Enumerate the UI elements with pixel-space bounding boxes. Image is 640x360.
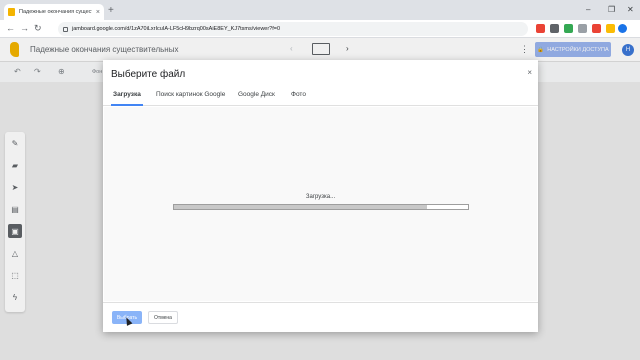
file-picker-dialog: Выберите файл × Загрузка Поиск картинок … [103,60,538,332]
tab-title: Падежные окончания существ... [19,9,92,15]
forward-icon[interactable]: → [20,23,29,33]
active-tab-indicator [111,104,143,106]
extension-icon[interactable] [578,24,587,33]
close-icon[interactable]: × [527,68,532,77]
extension-icon[interactable] [564,24,573,33]
minimize-button[interactable]: – [586,5,590,14]
tab-photos[interactable]: Фото [291,91,306,98]
progress-fill [174,205,427,209]
dialog-tabs: Загрузка Поиск картинок Google Google Ди… [103,86,538,106]
close-window-button[interactable]: ✕ [627,5,634,14]
profile-icon[interactable] [618,24,627,33]
tab-google-drive[interactable]: Google Диск [238,91,275,98]
maximize-button[interactable]: ❐ [608,5,615,14]
new-tab-button[interactable]: + [108,5,114,16]
cancel-button[interactable]: Отмена [148,311,178,324]
dialog-title: Выберите файл [111,69,186,80]
browser-tab[interactable]: Падежные окончания существ... × [4,4,104,20]
back-icon[interactable]: ← [6,23,15,33]
url-text: jamboard.google.com/d/1zA70iLxrIcuIA-LF5… [72,26,281,32]
extension-icon[interactable] [536,24,545,33]
tab-upload[interactable]: Загрузка [113,91,141,98]
extension-icon[interactable] [592,24,601,33]
address-bar[interactable]: jamboard.google.com/d/1zA70iLxrIcuIA-LF5… [58,22,528,36]
browser-tabstrip: Падежные окончания существ... × + – ❐ ✕ [0,0,640,20]
tab-google-image-search[interactable]: Поиск картинок Google [156,91,225,98]
extension-icon[interactable] [606,24,615,33]
browser-toolbar: ← → ↻ jamboard.google.com/d/1zA70iLxrIcu… [0,20,640,38]
jamboard-favicon-icon [8,8,15,16]
upload-progress-bar [173,204,469,210]
reload-icon[interactable]: ↻ [34,23,42,34]
dialog-footer: Выбрать Отмена [103,302,538,332]
extension-icon[interactable] [550,24,559,33]
tab-close-icon[interactable]: × [96,9,100,16]
loading-text: Загрузка... [305,194,336,200]
lock-icon [63,26,68,32]
